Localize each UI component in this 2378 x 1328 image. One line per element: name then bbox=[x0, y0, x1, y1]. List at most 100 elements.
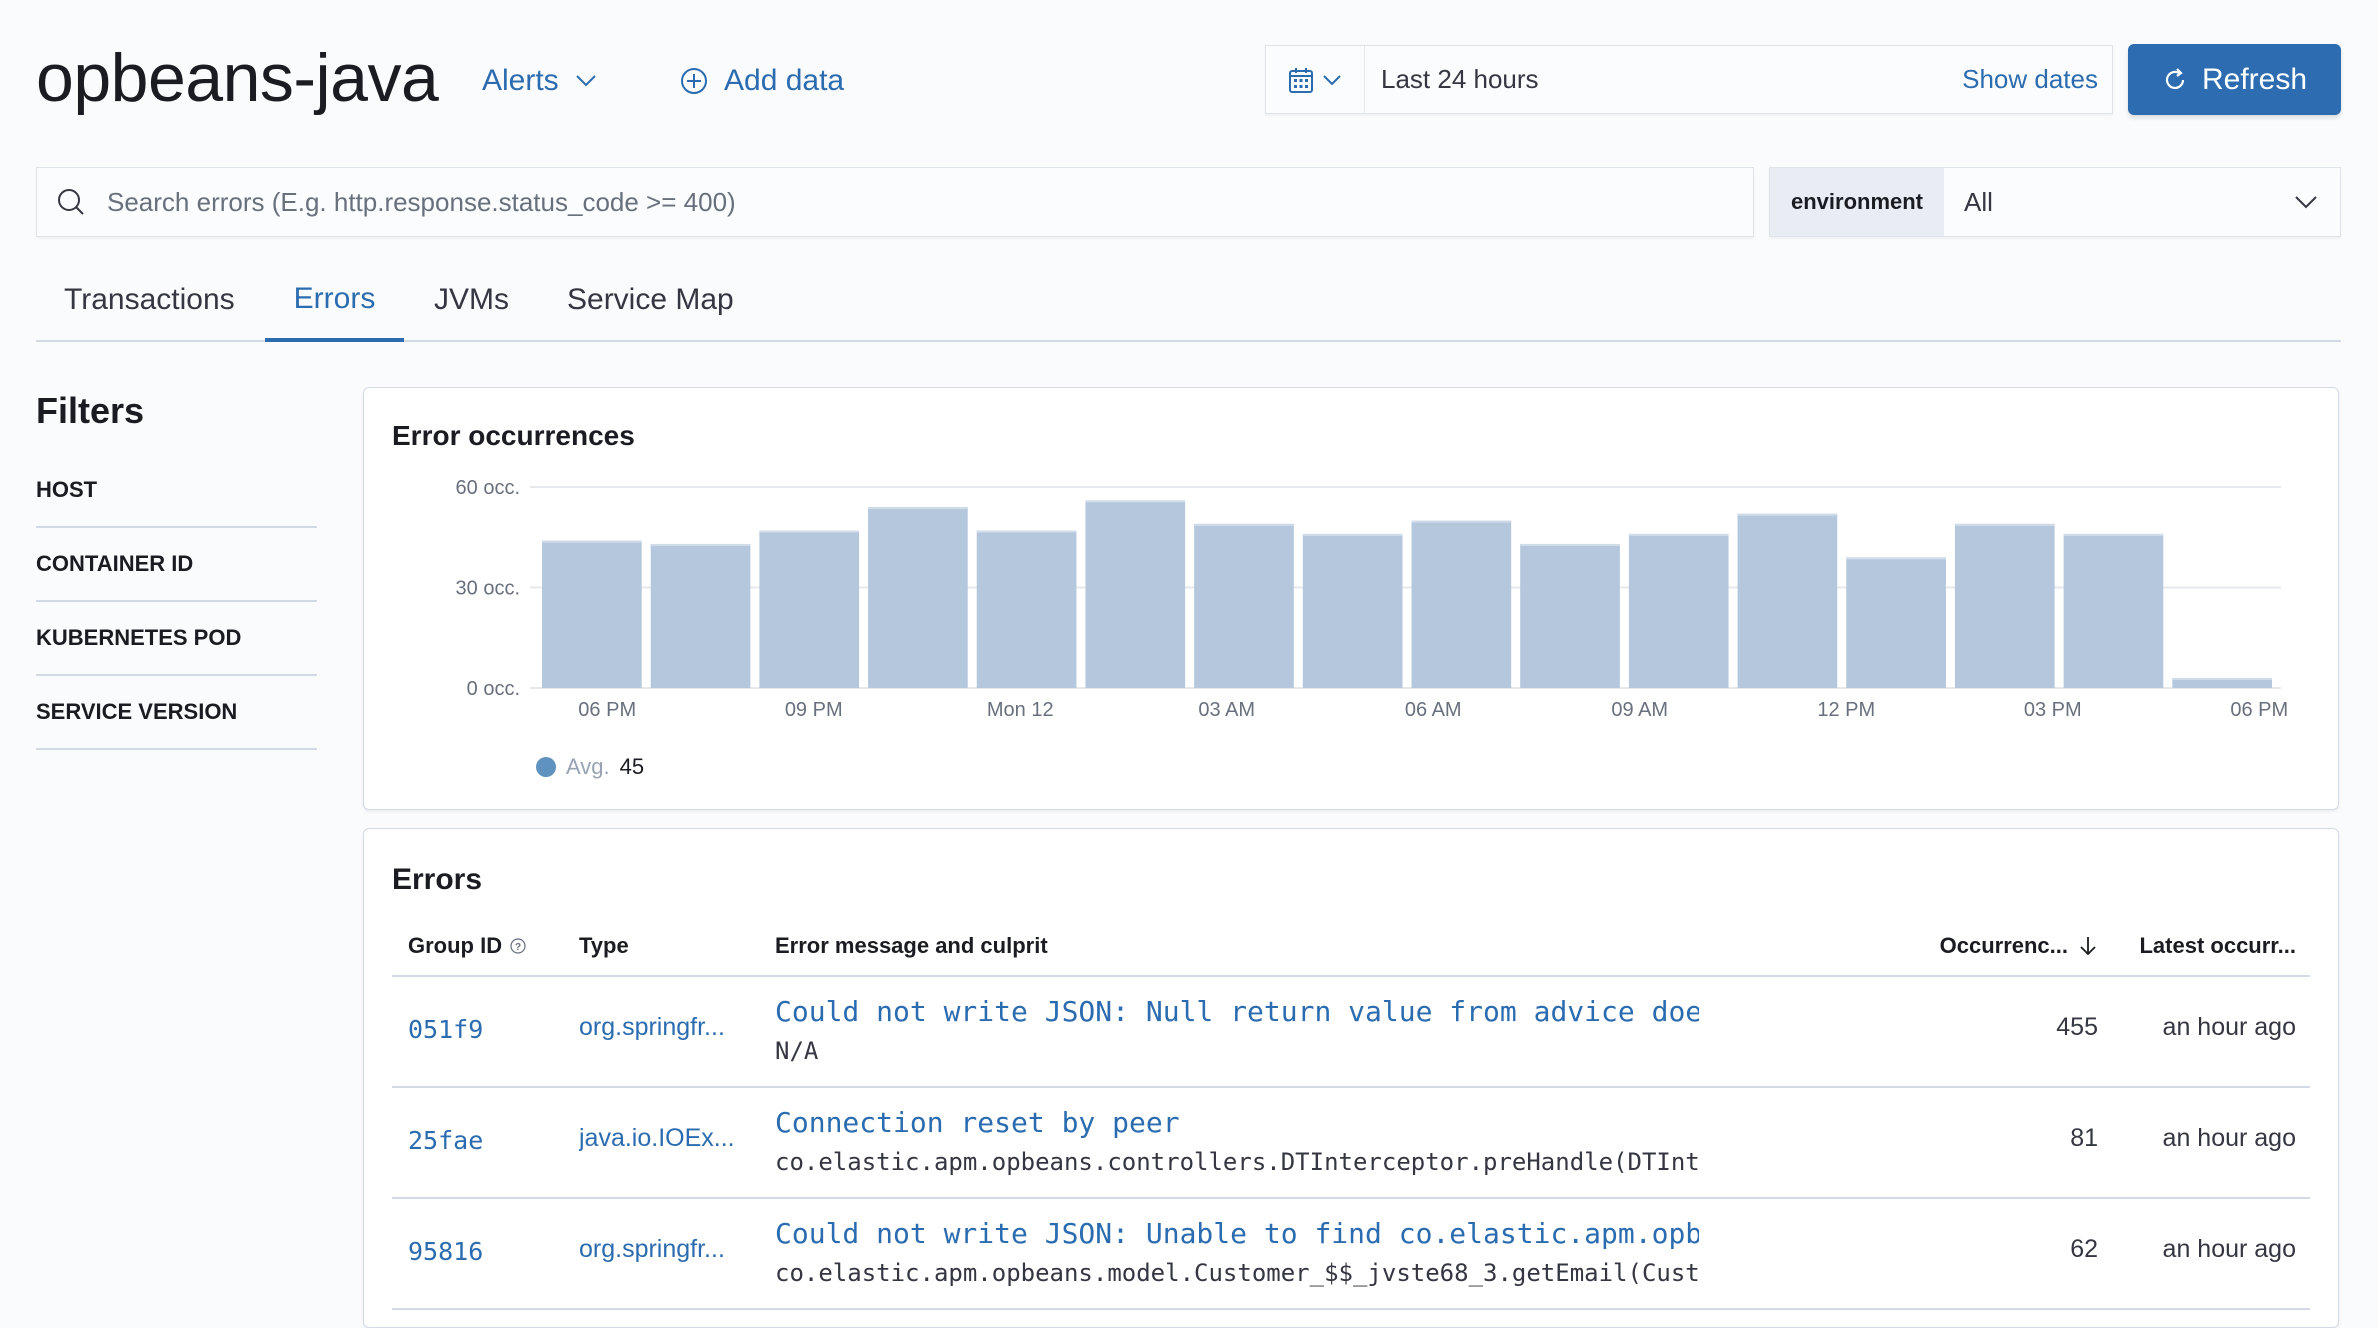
x-tick-label: 03 PM bbox=[2024, 699, 2082, 721]
group-id-link[interactable]: 051f9 bbox=[408, 1015, 483, 1044]
column-group-id[interactable]: Group ID ? bbox=[408, 917, 526, 975]
errors-table: Group ID ? Type Error message and culpri… bbox=[392, 917, 2310, 1310]
error-culprit: co.elastic.apm.opbeans.controllers.DTInt… bbox=[775, 1148, 1699, 1176]
bar bbox=[2063, 533, 2164, 688]
bar bbox=[1085, 500, 1186, 688]
show-dates-link[interactable]: Show dates bbox=[1962, 64, 2098, 95]
plus-circle-icon bbox=[681, 68, 707, 94]
chevron-down-icon bbox=[2295, 196, 2317, 209]
x-tick-label: 12 PM bbox=[1817, 699, 1875, 721]
date-picker: Last 24 hours Show dates bbox=[1265, 45, 2113, 114]
filter-host[interactable]: HOST bbox=[36, 454, 317, 528]
x-tick-label: 06 PM bbox=[578, 699, 636, 721]
legend-dot-icon bbox=[536, 757, 556, 777]
environment-selected-value: All bbox=[1964, 186, 1993, 217]
errors-panel: Errors Group ID ? Type Error message and… bbox=[363, 828, 2339, 1328]
filter-service-version[interactable]: SERVICE VERSION bbox=[36, 676, 317, 750]
question-circle-icon[interactable]: ? bbox=[510, 938, 526, 954]
environment-label: environment bbox=[1770, 168, 1944, 236]
column-latest-occurrence[interactable]: Latest occurr... bbox=[2139, 917, 2296, 975]
occurrences-count: 81 bbox=[2070, 1124, 2098, 1152]
search-icon bbox=[37, 187, 105, 217]
add-data-label: Add data bbox=[724, 64, 845, 97]
environment-filter: environment All bbox=[1769, 167, 2341, 237]
svg-text:?: ? bbox=[515, 942, 521, 953]
y-tick-label: 60 occ. bbox=[456, 477, 520, 499]
x-tick-label: 09 PM bbox=[785, 699, 843, 721]
refresh-label: Refresh bbox=[2201, 62, 2308, 96]
chevron-down-icon bbox=[1323, 74, 1341, 85]
column-type[interactable]: Type bbox=[579, 917, 629, 975]
alerts-label: Alerts bbox=[482, 64, 559, 97]
table-row: 95816 org.springfr... Could not write JS… bbox=[392, 1199, 2310, 1310]
legend-label: Avg. bbox=[566, 754, 610, 779]
column-group-id-label: Group ID bbox=[408, 933, 503, 958]
x-tick-label: 03 AM bbox=[1198, 699, 1255, 721]
date-range-value: Last 24 hours bbox=[1381, 64, 1539, 94]
filter-kubernetes-pod[interactable]: KUBERNETES POD bbox=[36, 602, 317, 676]
search-bar bbox=[36, 167, 1754, 237]
quick-select-button[interactable] bbox=[1266, 46, 1365, 113]
filters-title: Filters bbox=[36, 390, 145, 431]
add-data-button[interactable]: Add data bbox=[680, 62, 844, 100]
latest-occurrence: an hour ago bbox=[2162, 1124, 2296, 1152]
group-id-link[interactable]: 25fae bbox=[408, 1126, 483, 1155]
tab-service-map[interactable]: Service Map bbox=[567, 260, 734, 340]
error-type-link[interactable]: java.io.IOEx... bbox=[579, 1124, 735, 1153]
error-message-link[interactable]: Connection reset by peer bbox=[775, 1106, 1699, 1139]
bar bbox=[868, 507, 968, 688]
filter-container-id[interactable]: CONTAINER ID bbox=[36, 528, 317, 602]
alerts-menu-button[interactable]: Alerts bbox=[482, 62, 597, 100]
bar bbox=[1302, 533, 1403, 688]
error-occurrences-panel: Error occurrences 0 occ. 30 occ. 60 occ. 06… bbox=[363, 387, 2339, 810]
error-type-link[interactable]: org.springfr... bbox=[579, 1013, 725, 1042]
group-id-link[interactable]: 95816 bbox=[408, 1237, 483, 1266]
y-tick-label: 30 occ. bbox=[456, 578, 520, 600]
error-type-link[interactable]: org.springfr... bbox=[579, 1235, 725, 1264]
search-errors-input[interactable] bbox=[105, 185, 1753, 219]
table-row: 051f9 org.springfr... Could not write JS… bbox=[392, 977, 2310, 1088]
bar bbox=[1520, 543, 1620, 688]
errors-title: Errors bbox=[392, 863, 483, 896]
bar bbox=[542, 540, 642, 688]
bar bbox=[1194, 523, 1294, 688]
chart-legend: Avg. 45 bbox=[536, 754, 644, 780]
occurrences-count: 62 bbox=[2070, 1235, 2098, 1263]
bar bbox=[976, 530, 1077, 688]
tab-jvms[interactable]: JVMs bbox=[434, 260, 509, 340]
error-culprit: co.elastic.apm.opbeans.model.Customer_$$… bbox=[775, 1259, 1699, 1287]
environment-select[interactable]: All bbox=[1944, 168, 2340, 236]
error-message-link[interactable]: Could not write JSON: Null return value … bbox=[775, 995, 1699, 1028]
bar bbox=[1411, 520, 1512, 688]
latest-occurrence: an hour ago bbox=[2162, 1013, 2296, 1041]
column-occurrences[interactable]: Occurrenc... bbox=[1940, 917, 2098, 975]
bar bbox=[1954, 523, 2055, 688]
date-range-display[interactable]: Last 24 hours Show dates bbox=[1365, 46, 2112, 113]
calendar-icon bbox=[1289, 67, 1313, 93]
bar bbox=[1737, 513, 1838, 688]
bar bbox=[759, 530, 860, 688]
chevron-down-icon bbox=[575, 75, 596, 87]
page-title: opbeans-java bbox=[36, 40, 439, 116]
x-tick-label: Mon 12 bbox=[987, 699, 1054, 721]
service-tabs: Transactions Errors JVMs Service Map bbox=[36, 260, 2341, 342]
tab-transactions[interactable]: Transactions bbox=[64, 260, 235, 340]
bar bbox=[1628, 533, 1729, 688]
occurrences-count: 455 bbox=[2056, 1013, 2098, 1041]
table-header: Group ID ? Type Error message and culpri… bbox=[392, 917, 2310, 977]
bar bbox=[1846, 557, 1946, 688]
refresh-button[interactable]: Refresh bbox=[2128, 44, 2341, 115]
latest-occurrence: an hour ago bbox=[2162, 1235, 2296, 1263]
bar bbox=[650, 543, 751, 688]
column-occurrences-label: Occurrenc... bbox=[1939, 933, 2068, 958]
column-error-message[interactable]: Error message and culprit bbox=[775, 917, 1048, 975]
legend-value: 45 bbox=[619, 754, 645, 779]
sort-descending-icon bbox=[2080, 937, 2096, 956]
x-tick-label: 09 AM bbox=[1611, 699, 1668, 721]
x-tick-label: 06 PM bbox=[2230, 699, 2288, 721]
refresh-icon bbox=[2165, 67, 2185, 89]
error-occurrences-chart: 0 occ. 30 occ. 60 occ. 06 PM 09 PM Mon 12 03 A… bbox=[456, 477, 2289, 721]
tab-errors[interactable]: Errors bbox=[265, 260, 404, 342]
x-tick-label: 06 AM bbox=[1405, 699, 1462, 721]
error-message-link[interactable]: Could not write JSON: Unable to find co.… bbox=[775, 1217, 1699, 1250]
